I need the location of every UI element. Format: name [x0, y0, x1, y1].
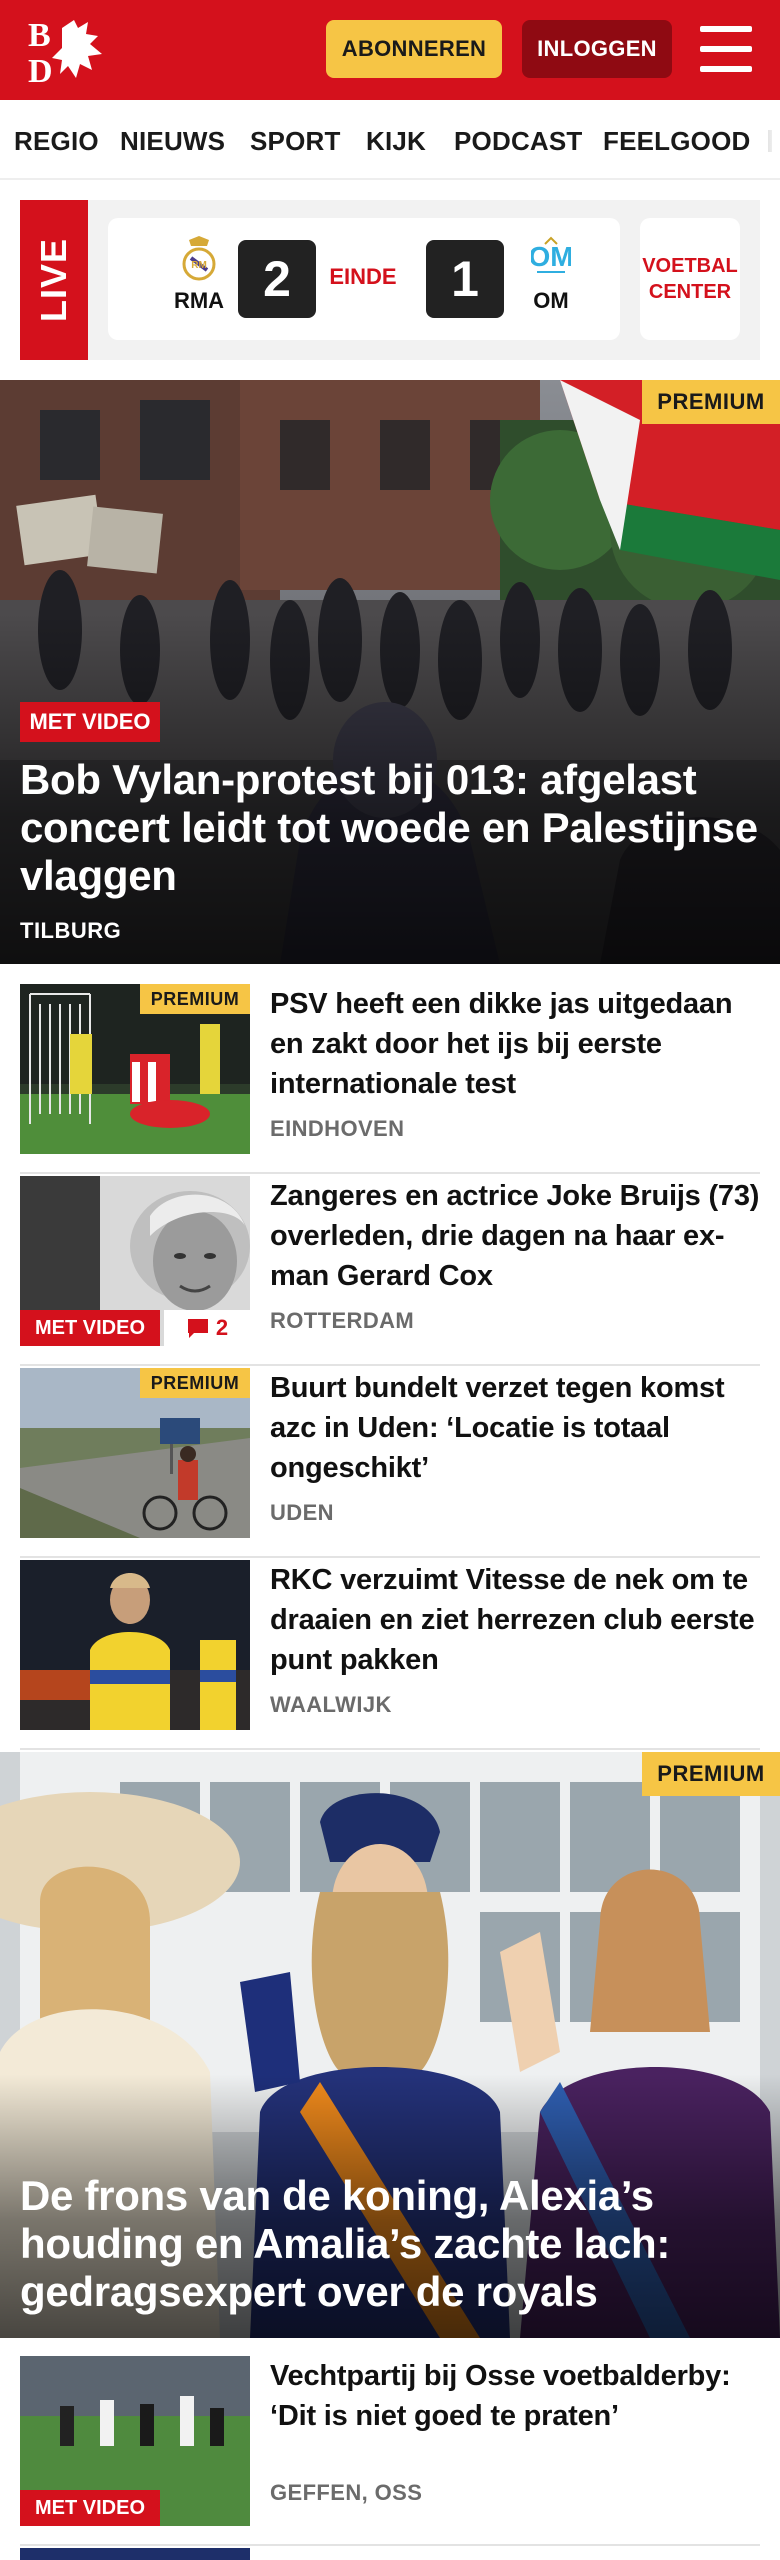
marseille-crest-icon: OM	[531, 236, 571, 273]
svg-text:OM: OM	[531, 241, 571, 272]
away-team-name: OM	[533, 288, 569, 313]
article-location: EINDHOVEN	[270, 1116, 405, 1141]
list-item[interactable]: PREMIUM Buurt bundelt verzet tegen komst…	[20, 1368, 760, 1558]
nav-item-regio[interactable]: REGIO	[14, 126, 99, 157]
article-location: ROTTERDAM	[270, 1308, 415, 1333]
article-thumbnail: PREMIUM	[20, 984, 250, 1154]
nav-item-sport[interactable]: SPORT	[250, 126, 341, 157]
live-tag: LIVE	[20, 200, 88, 360]
article-thumbnail: PREMIUM	[20, 1368, 250, 1538]
article-location: WAALWIJK	[270, 1692, 392, 1717]
video-badge: MET VIDEO	[20, 1310, 160, 1346]
nav-item-kijk[interactable]: KIJK	[366, 126, 426, 157]
bd-logo-icon[interactable]: B D	[26, 14, 118, 86]
article-thumbnail: MET VIDEO	[20, 2356, 250, 2526]
real-madrid-crest-icon: RM	[182, 236, 216, 281]
featured-article[interactable]: PREMIUM De frons van de koning, Alexia’s…	[0, 1752, 780, 2338]
premium-badge: PREMIUM	[140, 1368, 250, 1398]
video-badge: MET VIDEO	[20, 702, 160, 742]
nav-item-nieuws[interactable]: NIEUWS	[120, 126, 225, 157]
nav-fade	[750, 100, 780, 178]
article-title[interactable]: Buurt bundelt verzet tegen komst azc in …	[270, 1368, 760, 1488]
nav-item-feelgood[interactable]: FEELGOOD	[603, 126, 751, 157]
top-bar: B D ABONNEREN INLOGGEN	[0, 0, 780, 100]
match-card[interactable]: RM RMA 2 EINDE 1 OM OM	[108, 218, 620, 340]
article-location: GEFFEN, OSS	[270, 2480, 423, 2505]
home-club: RM RMA	[164, 236, 234, 314]
comment-count-value: 2	[215, 1315, 229, 1340]
nav-item-podcast[interactable]: PODCAST	[454, 126, 583, 157]
next-article-thumbnail	[20, 2548, 250, 2560]
svg-text:D: D	[28, 53, 53, 86]
rkc-player-photo	[20, 1560, 250, 1730]
premium-badge: PREMIUM	[140, 984, 250, 1014]
home-score: 2	[238, 240, 316, 318]
comment-count[interactable]: 2	[164, 1310, 250, 1346]
article-title[interactable]: RKC verzuimt Vitesse de nek om te draaie…	[270, 1560, 760, 1680]
section-nav: REGIO NIEUWS SPORT KIJK PODCAST FEELGOOD	[0, 100, 780, 180]
article-thumbnail	[20, 1560, 250, 1730]
live-scoreboard: LIVE RM RMA 2 EINDE 1 OM OM VOETBAL CENT…	[20, 200, 760, 360]
hero-location: TILBURG	[20, 918, 122, 943]
login-button[interactable]: INLOGGEN	[522, 20, 672, 78]
svg-text:B: B	[28, 17, 51, 54]
article-thumbnail: MET VIDEO 2	[20, 1176, 250, 1346]
menu-icon[interactable]	[700, 26, 752, 72]
hero-title[interactable]: Bob Vylan-protest bij 013: afgelast conc…	[20, 756, 760, 900]
voetbal-center-label-1: VOETBAL	[642, 255, 738, 277]
svg-text:RM: RM	[191, 260, 207, 271]
article-title[interactable]: PSV heeft een dikke jas uitgedaan en zak…	[270, 984, 760, 1104]
comment-icon	[187, 1319, 208, 1338]
premium-badge: PREMIUM	[642, 380, 780, 424]
premium-badge: PREMIUM	[642, 1752, 780, 1796]
article-title[interactable]: Zangeres en actrice Joke Bruijs (73) ove…	[270, 1176, 760, 1296]
live-label: LIVE	[33, 237, 74, 322]
list-item[interactable]: MET VIDEO 2 Zangeres en actrice Joke Bru…	[20, 1176, 760, 1366]
voetbal-center-button[interactable]: VOETBAL CENTER	[640, 218, 740, 340]
article-location: UDEN	[270, 1500, 334, 1525]
featured-title[interactable]: De frons van de koning, Alexia’s houding…	[20, 2172, 760, 2316]
list-item[interactable]: MET VIDEO Vechtpartij bij Osse voetbalde…	[20, 2356, 760, 2546]
list-item[interactable]: RKC verzuimt Vitesse de nek om te draaie…	[20, 1560, 760, 1750]
away-score: 1	[426, 240, 504, 318]
home-team-name: RMA	[173, 288, 225, 313]
away-club: OM OM	[516, 236, 586, 314]
article-title[interactable]: Vechtpartij bij Osse voetbalder­by: ‘Dit…	[270, 2356, 760, 2436]
list-item[interactable]: PREMIUM PSV heeft een dikke jas uitgedaa…	[20, 984, 760, 1174]
subscribe-button[interactable]: ABONNEREN	[326, 20, 502, 78]
voetbal-center-label-2: CENTER	[648, 281, 732, 303]
video-badge: MET VIDEO	[20, 2490, 160, 2526]
hero-article[interactable]: PREMIUM MET VIDEO Bob Vylan-protest bij …	[0, 380, 780, 964]
match-status: EINDE	[329, 264, 397, 289]
